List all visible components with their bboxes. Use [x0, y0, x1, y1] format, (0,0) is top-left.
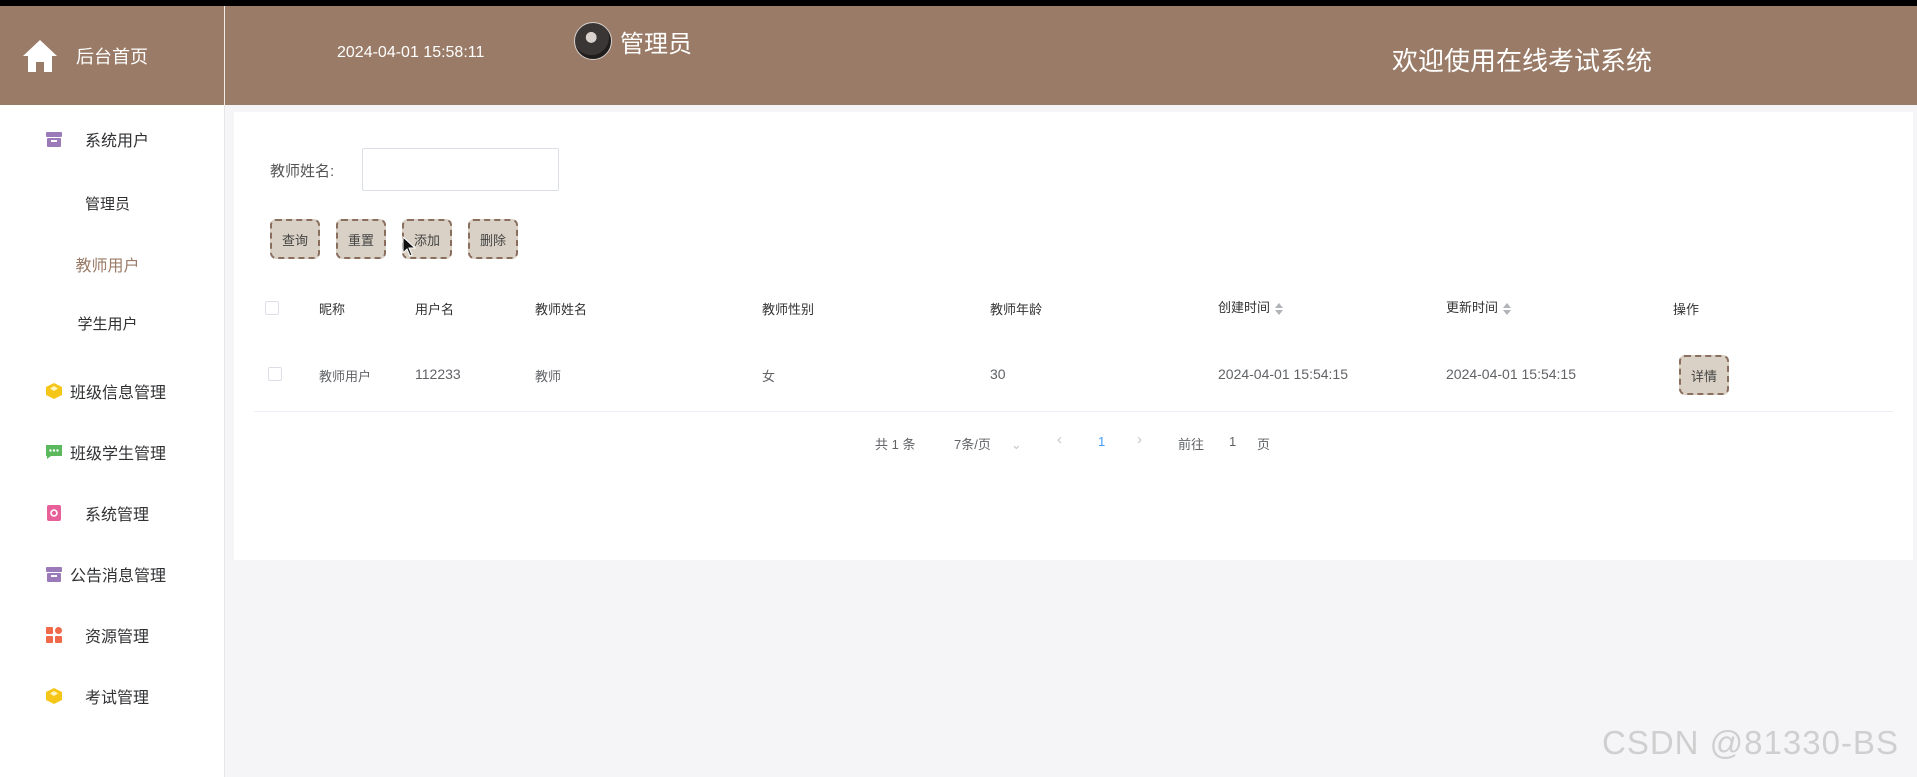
- header-username: 用户名: [415, 302, 455, 317]
- menu-announcement-label: 公告消息管理: [70, 568, 167, 585]
- sidebar-item-teacher[interactable]: 教师用户: [0, 252, 215, 276]
- menu-resource[interactable]: 资源管理: [0, 617, 225, 653]
- menu-system-manage-label: 系统管理: [85, 507, 150, 524]
- cube-icon: [46, 688, 62, 704]
- header-teacher-name: 教师姓名: [535, 302, 588, 317]
- sort-icon[interactable]: [1503, 302, 1512, 315]
- header-action: 操作: [1673, 302, 1700, 317]
- menu-system-manage[interactable]: 系统管理: [0, 495, 225, 531]
- cell-nickname: 教师用户: [319, 369, 372, 384]
- teacher-name-label: 教师姓名:: [270, 163, 335, 180]
- home-icon: [23, 39, 57, 72]
- cell-teacher-age: 30: [990, 366, 1006, 382]
- welcome-title: 欢迎使用在线考试系统: [1392, 46, 1653, 76]
- settings-card-icon: [47, 505, 61, 521]
- sidebar-item-student[interactable]: 学生用户: [0, 313, 215, 334]
- cube-icon: [46, 383, 62, 399]
- page-number-current[interactable]: 1: [1098, 434, 1105, 449]
- detail-button[interactable]: 详情: [1679, 355, 1729, 395]
- cell-updated-time: 2024-04-01 15:54:15: [1446, 366, 1576, 382]
- home-label: 后台首页: [76, 46, 148, 67]
- header-bar: 后台首页 2024-04-01 15:58:11 管理员 欢迎使用在线考试系统: [0, 6, 1917, 105]
- header-created-time-label: 创建时间: [1218, 300, 1271, 315]
- cell-teacher-name: 教师: [535, 369, 562, 384]
- row-checkbox[interactable]: [268, 367, 282, 381]
- current-datetime: 2024-04-01 15:58:11: [337, 44, 485, 61]
- message-icon: [46, 445, 62, 459]
- menu-resource-label: 资源管理: [85, 629, 150, 646]
- menu-class-student[interactable]: 班级学生管理: [0, 434, 225, 470]
- sidebar-item-admin[interactable]: 管理员: [0, 193, 215, 214]
- sort-icon[interactable]: [1275, 302, 1284, 315]
- header-teacher-age: 教师年龄: [990, 302, 1043, 317]
- cell-created-time: 2024-04-01 15:54:15: [1218, 366, 1348, 382]
- page-size-select[interactable]: 7条/页 ⌄: [954, 434, 1022, 453]
- admin-profile[interactable]: 管理员: [574, 22, 692, 60]
- menu-class-info-label: 班级信息管理: [70, 385, 167, 402]
- sidebar: 系统用户 管理员 教师用户 学生用户 班级信息管理 班级学生管理 系统管理 公告…: [0, 105, 225, 777]
- header-nickname: 昵称: [319, 302, 346, 317]
- avatar[interactable]: [574, 22, 612, 60]
- archive-icon: [46, 567, 62, 582]
- menu-class-student-label: 班级学生管理: [70, 446, 167, 463]
- menu-announcement[interactable]: 公告消息管理: [0, 556, 225, 592]
- goto-label: 前往: [1178, 437, 1205, 452]
- header-updated-time[interactable]: 更新时间: [1446, 297, 1512, 316]
- goto-page-input[interactable]: 1: [1229, 434, 1236, 449]
- content-panel: 教师姓名: 查询 重置 添加 删除 昵称 用户名 教师姓名 教师性别 教师年龄 …: [234, 112, 1913, 560]
- header-updated-time-label: 更新时间: [1446, 300, 1499, 315]
- reset-button[interactable]: 重置: [336, 219, 386, 259]
- row-divider: [254, 411, 1893, 412]
- menu-system-user-label: 系统用户: [85, 133, 150, 150]
- page-suffix: 页: [1257, 437, 1271, 452]
- next-page-icon[interactable]: ›: [1137, 431, 1142, 448]
- admin-name: 管理员: [620, 30, 692, 58]
- query-button[interactable]: 查询: [270, 219, 320, 259]
- menu-exam-label: 考试管理: [85, 690, 150, 707]
- menu-system-user[interactable]: 系统用户: [0, 121, 225, 157]
- chevron-down-icon: ⌄: [1010, 437, 1022, 452]
- menu-class-info[interactable]: 班级信息管理: [0, 373, 225, 409]
- pagination-total: 共 1 条: [875, 437, 916, 452]
- cell-teacher-gender: 女: [762, 369, 776, 384]
- teacher-name-input[interactable]: [362, 148, 559, 191]
- cell-username: 112233: [415, 366, 461, 382]
- menu-exam[interactable]: 考试管理: [0, 678, 225, 714]
- prev-page-icon[interactable]: ‹: [1057, 431, 1062, 448]
- header-teacher-gender: 教师性别: [762, 302, 815, 317]
- grid-icon: [46, 627, 62, 643]
- watermark: CSDN @81330-BS: [1602, 724, 1899, 761]
- select-all-checkbox[interactable]: [265, 301, 279, 315]
- home-link[interactable]: 后台首页: [0, 6, 225, 105]
- page-size-value: 7条/页: [954, 437, 991, 452]
- delete-button[interactable]: 删除: [468, 219, 518, 259]
- archive-icon: [46, 132, 62, 147]
- header-created-time[interactable]: 创建时间: [1218, 297, 1284, 316]
- mouse-cursor-icon: [402, 236, 417, 257]
